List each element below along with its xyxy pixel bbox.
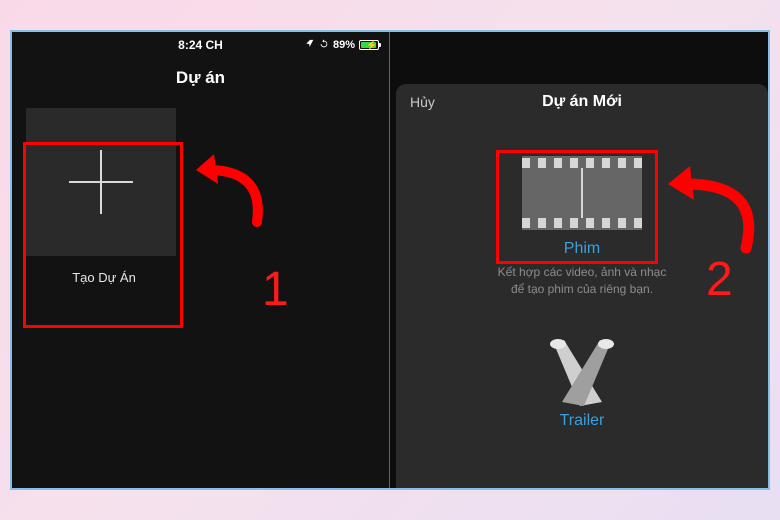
annotation-step-2: 2 xyxy=(706,252,733,307)
create-project-container: Tạo Dự Án xyxy=(26,108,182,285)
projects-screen: 8:24 CH 89% ⚡ Dự án Tạo Dự Án xyxy=(12,32,390,488)
option-trailer[interactable]: Trailer xyxy=(396,312,768,450)
new-project-screen: Hủy Dự án Mới Phim Kết hợp các video, ản… xyxy=(390,32,768,488)
tutorial-frame: 8:24 CH 89% ⚡ Dự án Tạo Dự Án xyxy=(10,30,770,490)
filmstrip-icon xyxy=(522,156,642,230)
option-movie-desc: Kết hợp các video, ảnh và nhạc để tạo ph… xyxy=(498,264,667,298)
status-right: 89% ⚡ xyxy=(305,32,379,58)
create-project-tile[interactable] xyxy=(26,108,176,256)
location-icon xyxy=(305,39,315,52)
cancel-button[interactable]: Hủy xyxy=(410,94,435,110)
option-movie-title: Phim xyxy=(564,240,600,258)
modal-header: Hủy Dự án Mới xyxy=(396,84,768,120)
status-time: 8:24 CH xyxy=(178,38,223,52)
annotation-step-1: 1 xyxy=(262,262,289,317)
modal-title: Dự án Mới xyxy=(542,93,622,111)
page-title: Dự án xyxy=(12,58,389,102)
plus-icon xyxy=(69,150,133,214)
spotlights-icon xyxy=(532,336,632,406)
battery-percent: 89% xyxy=(333,39,355,51)
option-trailer-title: Trailer xyxy=(560,412,605,430)
sync-icon xyxy=(319,39,329,52)
battery-icon: ⚡ xyxy=(359,40,379,50)
status-bar: 8:24 CH 89% ⚡ xyxy=(12,32,389,58)
create-project-label: Tạo Dự Án xyxy=(26,270,182,285)
